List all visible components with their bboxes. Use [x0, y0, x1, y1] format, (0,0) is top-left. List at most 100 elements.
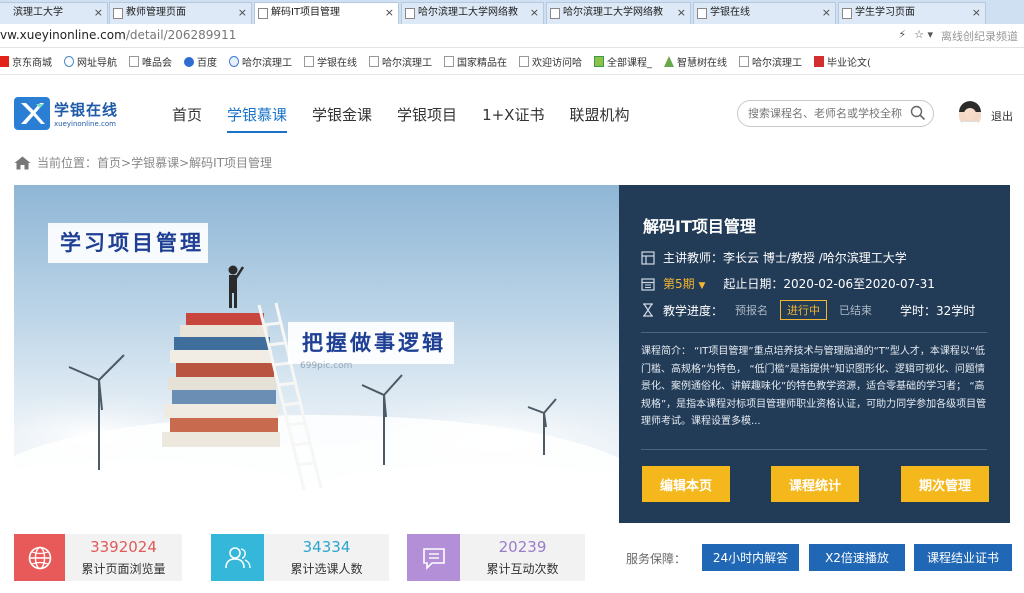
bookmark-label: 百度 — [197, 58, 217, 69]
period-select[interactable]: 第5期 ▼ — [663, 275, 705, 292]
breadcrumb-home[interactable]: 首页 — [97, 154, 121, 171]
bookmark-label: 唯品会 — [142, 58, 172, 69]
page-icon — [405, 8, 415, 19]
course-intro: 课程简介： “IT项目管理”重点培养技术与管理融通的“T”型人才，本课程以“低门… — [641, 346, 987, 427]
bookmark-item[interactable]: 欢迎访问哈 — [519, 54, 582, 69]
address-actions: ⚡ ☆ ▾ 离线创纪录频道 — [898, 28, 1018, 44]
avatar[interactable] — [959, 101, 981, 127]
browser-tab[interactable]: 学银在线 × — [693, 2, 836, 24]
bookmark-label: 网址导航 — [77, 58, 117, 69]
guarantee-certificate[interactable]: 课程结业证书 — [914, 544, 1012, 571]
bookmark-label: 国家精品在 — [457, 58, 507, 69]
baidu-icon — [184, 56, 194, 67]
hours-value: 32学时 — [936, 303, 976, 318]
date-value: 2020-02-06至2020-07-31 — [783, 277, 935, 291]
course-stats-button[interactable]: 课程统计 — [771, 466, 859, 502]
browser-tab-bar: 滨理工大学 × 教师管理页面 × 解码IT项目管理 × 哈尔滨理工大学网络教 ×… — [0, 0, 1024, 24]
course-info-panel: 解码IT项目管理 主讲教师： 李长云 博士/教授 /哈尔滨理工大学 第5期 ▼ … — [619, 185, 1010, 523]
bookmark-item[interactable]: 哈尔滨理工 — [369, 54, 432, 69]
bookmark-item[interactable]: 国家精品在 — [444, 54, 507, 69]
page-icon — [369, 56, 379, 67]
close-icon[interactable]: × — [530, 3, 539, 23]
close-icon[interactable]: × — [94, 3, 103, 23]
bookmark-item[interactable]: 全部课程_ — [594, 54, 652, 69]
hourglass-icon — [643, 303, 653, 317]
search-box[interactable] — [737, 100, 934, 127]
teacher-value: 李长云 博士/教授 /哈尔滨理工大学 — [723, 251, 907, 265]
bookmark-item[interactable]: 智慧树在线 — [664, 54, 727, 69]
nav-mooc[interactable]: 学银慕课 — [227, 104, 288, 133]
page-icon — [697, 8, 707, 19]
private-mode-label[interactable]: 离线创纪录频道 — [941, 28, 1018, 44]
logout-link[interactable]: 退出 — [991, 108, 1013, 124]
page-icon — [842, 8, 852, 19]
chat-icon — [407, 534, 460, 581]
page-icon — [113, 8, 123, 19]
tab-label: 哈尔滨理工大学网络教 — [418, 7, 518, 18]
close-icon[interactable]: × — [972, 3, 981, 23]
search-input[interactable] — [748, 105, 908, 122]
close-icon[interactable]: × — [677, 3, 686, 23]
close-icon[interactable]: × — [385, 3, 394, 23]
progress-step-ended: 已结束 — [839, 304, 873, 317]
cover-slogan-2: 把握做事逻辑 — [288, 322, 454, 364]
edit-page-button[interactable]: 编辑本页 — [642, 466, 730, 502]
cover-slogan-1: 学习项目管理 — [48, 223, 208, 263]
search-icon[interactable] — [910, 105, 926, 121]
nav-gold-course[interactable]: 学银金课 — [312, 104, 372, 133]
chevron-down-icon: ▼ — [698, 281, 706, 291]
star-icon[interactable]: ☆ ▾ — [914, 28, 933, 44]
bookmark-label: 哈尔滨理工 — [242, 58, 292, 69]
teacher-label: 主讲教师： — [663, 251, 724, 265]
address-bar[interactable]: vw.xueyinonline.com/detail/206289911 ⚡ ☆… — [0, 24, 1024, 48]
lightning-icon[interactable]: ⚡ — [898, 28, 906, 44]
bookmarks-bar: 京东商城 网址导航 唯品会 百度 哈尔滨理工 学银在线 哈尔滨理工 国家精品在 … — [0, 49, 1024, 75]
divider — [641, 332, 987, 333]
bookmark-item[interactable]: 网址导航 — [64, 54, 117, 69]
tab-label: 教师管理页面 — [126, 7, 186, 18]
bookmark-label: 智慧树在线 — [677, 58, 727, 69]
bookmark-item[interactable]: 学银在线 — [304, 54, 357, 69]
breadcrumb-prefix: 当前位置： — [37, 156, 98, 170]
breadcrumb-separator: > — [179, 155, 190, 170]
browser-tab[interactable]: 教师管理页面 × — [109, 2, 252, 24]
page-icon — [519, 56, 529, 67]
home-icon — [14, 156, 31, 169]
nav-certificate[interactable]: 1+X证书 — [482, 104, 544, 133]
bookmark-label: 毕业论文( — [827, 58, 871, 69]
logo-title[interactable]: 学银在线 — [54, 99, 118, 120]
bookmark-item[interactable]: 哈尔滨理工 — [739, 54, 802, 69]
bookmark-item[interactable]: 百度 — [184, 54, 217, 69]
page-icon — [304, 56, 314, 67]
browser-tab-active[interactable]: 解码IT项目管理 × — [254, 2, 399, 24]
nav-alliance[interactable]: 联盟机构 — [569, 104, 629, 133]
close-icon[interactable]: × — [822, 3, 831, 23]
stat-label: 累计页面浏览量 — [81, 562, 166, 576]
guarantee-2x-speed[interactable]: X2倍速播放 — [809, 544, 905, 571]
hours-label: 学时： — [900, 303, 937, 318]
period-manage-button[interactable]: 期次管理 — [901, 466, 989, 502]
course-cover-image: 学习项目管理 把握做事逻辑 699pic.com — [14, 185, 619, 523]
logo-icon[interactable] — [14, 97, 50, 130]
bookmark-item[interactable]: 京东商城 — [0, 54, 52, 69]
teacher-icon — [641, 250, 655, 265]
guarantee-24h-answer[interactable]: 24小时内解答 — [702, 544, 799, 571]
bookmark-item[interactable]: 毕业论文( — [814, 54, 871, 69]
progress-label: 教学进度： — [663, 303, 724, 318]
browser-tab[interactable]: 哈尔滨理工大学网络教 × — [401, 2, 544, 24]
close-icon[interactable]: × — [238, 3, 247, 23]
breadcrumb-mooc[interactable]: 学银慕课 — [131, 154, 179, 171]
url-host: vw.xueyinonline.com — [0, 28, 126, 42]
progress-row: 教学进度： 预报名 进行中 已结束 学时： 32学时 — [641, 300, 975, 320]
nav-home[interactable]: 首页 — [172, 104, 202, 133]
nav-projects[interactable]: 学银项目 — [397, 104, 457, 133]
bookmark-item[interactable]: 唯品会 — [129, 54, 172, 69]
bookmark-item[interactable]: 哈尔滨理工 — [229, 54, 292, 69]
breadcrumb: 当前位置： 首页 > 学银慕课 > 解码IT项目管理 — [14, 154, 272, 171]
url-text[interactable]: vw.xueyinonline.com/detail/206289911 — [0, 28, 236, 42]
url-path: /detail/206289911 — [125, 28, 237, 42]
browser-tab[interactable]: 滨理工大学 × — [0, 2, 108, 24]
browser-tab[interactable]: 学生学习页面 × — [838, 2, 986, 24]
browser-tab[interactable]: 哈尔滨理工大学网络教 × — [546, 2, 691, 24]
date-label: 起止日期： — [723, 277, 784, 291]
